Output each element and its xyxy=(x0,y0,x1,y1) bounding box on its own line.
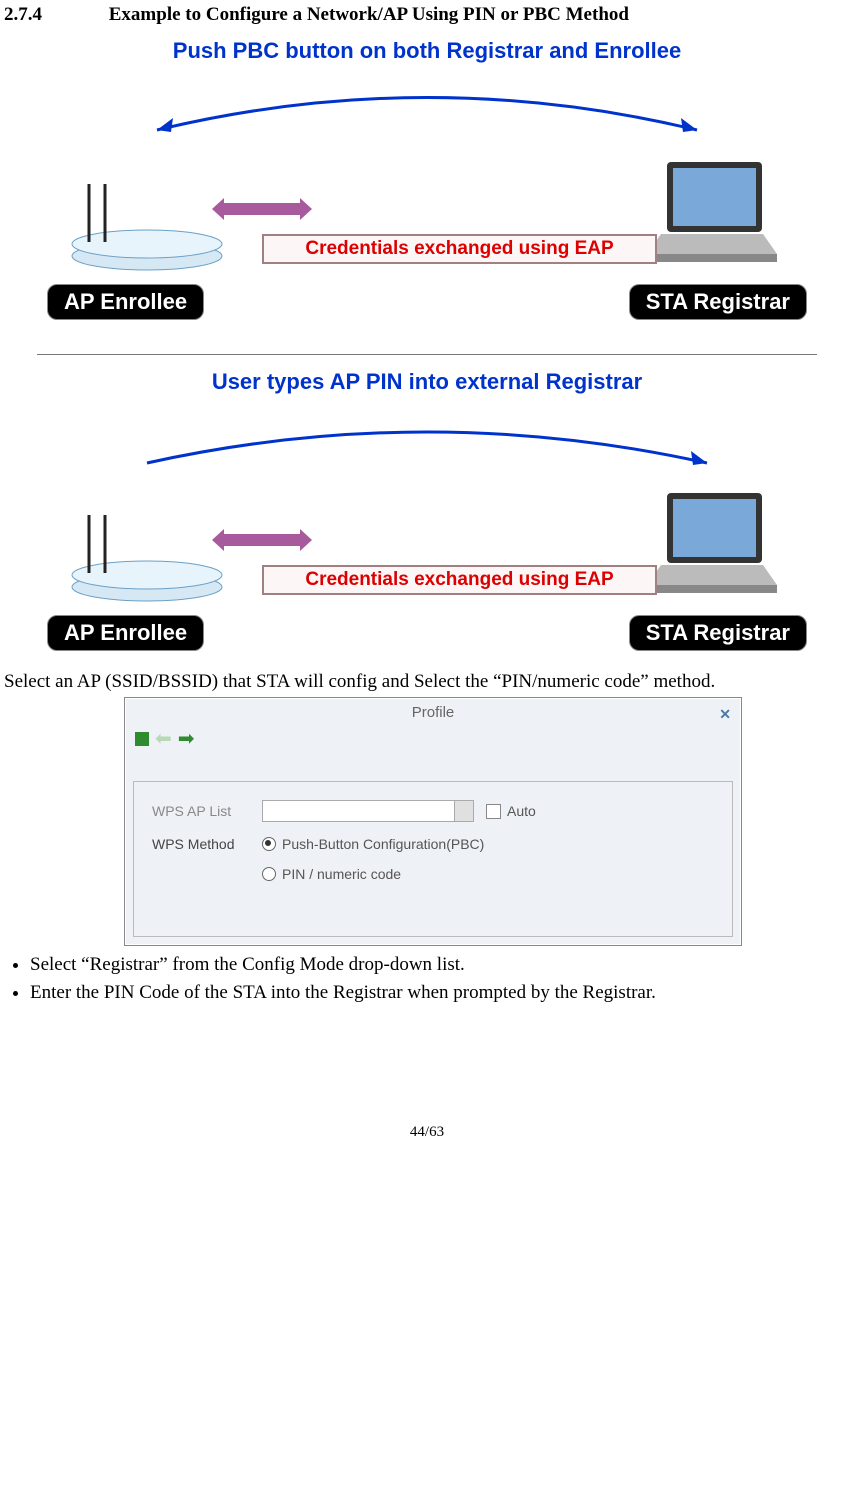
credentials-eap-label: Credentials exchanged using EAP xyxy=(262,234,657,264)
diagram-pin: User types AP PIN into external Registra… xyxy=(47,369,807,655)
section-heading: 2.7.4 Example to Configure a Network/AP … xyxy=(4,4,850,26)
diagram-separator xyxy=(37,354,817,355)
section-number: 2.7.4 xyxy=(4,4,104,26)
wps-method-label: WPS Method xyxy=(152,836,262,852)
wps-method-pin-label: PIN / numeric code xyxy=(282,866,401,882)
diagram-pin-title: User types AP PIN into external Registra… xyxy=(47,369,807,395)
wps-method-pbc-label: Push-Button Configuration(PBC) xyxy=(282,836,484,852)
ap-device-icon xyxy=(67,164,227,274)
profile-dialog: Profile ✕ ⬅ ➡ WPS AP List Auto WPS Metho… xyxy=(124,697,742,946)
diagram-pbc: Push PBC button on both Registrar and En… xyxy=(47,38,807,324)
instruction-paragraph: Select an AP (SSID/BSSID) that STA will … xyxy=(4,671,850,693)
wps-method-pbc-radio[interactable] xyxy=(262,837,276,851)
diagram-pbc-title: Push PBC button on both Registrar and En… xyxy=(47,38,807,64)
sta-registrar-pill: STA Registrar xyxy=(629,284,807,320)
diagram-pbc-blue-arrows xyxy=(67,70,787,140)
wps-method-pin-radio[interactable] xyxy=(262,867,276,881)
forward-icon[interactable]: ➡ xyxy=(178,732,195,746)
list-item: Enter the PIN Code of the STA into the R… xyxy=(30,982,850,1004)
ap-enrollee-pill: AP Enrollee xyxy=(47,284,204,320)
stop-icon[interactable] xyxy=(135,732,149,746)
ap-enrollee-pill: AP Enrollee xyxy=(47,615,204,651)
auto-label: Auto xyxy=(507,803,536,819)
laptop-icon xyxy=(637,154,787,274)
credentials-eap-label: Credentials exchanged using EAP xyxy=(262,565,657,595)
list-item: Select “Registrar” from the Config Mode … xyxy=(30,954,850,976)
diagram-pin-blue-arrows xyxy=(67,401,787,471)
eap-arrow-icon xyxy=(212,529,312,551)
close-icon[interactable]: ✕ xyxy=(719,706,731,723)
wps-ap-list-label: WPS AP List xyxy=(152,803,262,819)
section-title: Example to Configure a Network/AP Using … xyxy=(109,4,629,25)
sta-registrar-pill: STA Registrar xyxy=(629,615,807,651)
instruction-list: Select “Registrar” from the Config Mode … xyxy=(12,954,850,1004)
wps-ap-list-combo[interactable] xyxy=(262,800,474,822)
page-number: 44/63 xyxy=(4,1124,850,1161)
dialog-title: Profile xyxy=(412,704,455,721)
back-icon[interactable]: ⬅ xyxy=(155,732,172,746)
eap-arrow-icon xyxy=(212,198,312,220)
ap-device-icon xyxy=(67,495,227,605)
laptop-icon xyxy=(637,485,787,605)
auto-checkbox[interactable] xyxy=(486,804,501,819)
